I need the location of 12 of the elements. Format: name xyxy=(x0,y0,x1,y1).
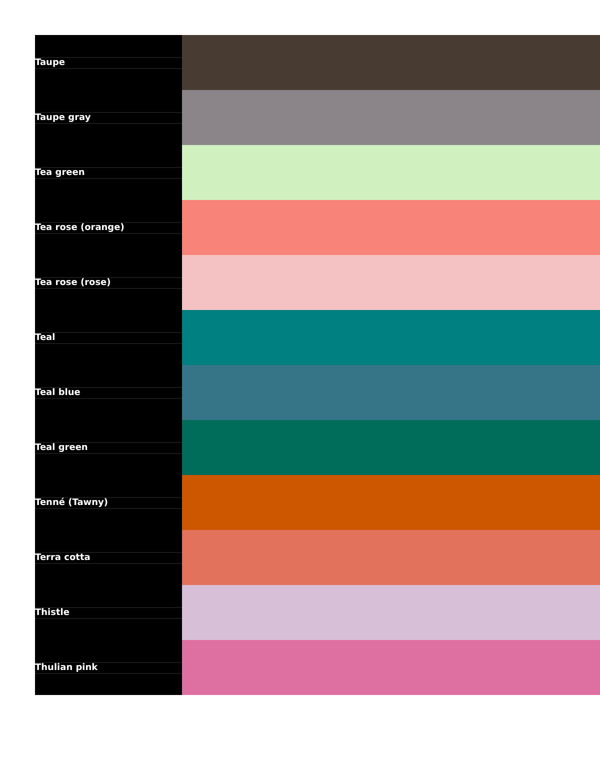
color-name: Tea green xyxy=(35,168,85,178)
color-name: Terra cotta xyxy=(35,552,90,562)
color-name: Thulian pink xyxy=(35,662,98,672)
color-name: Teal green xyxy=(35,442,88,452)
color-name: Tea rose (rose) xyxy=(35,278,111,288)
color-name: Teal xyxy=(35,332,56,342)
color-name: Thistle xyxy=(35,608,70,618)
color-name: Teal blue xyxy=(35,388,80,398)
color-name: Taupe xyxy=(35,58,66,68)
color-name: Tenné (Tawny) xyxy=(35,498,108,508)
color-name: Taupe gray xyxy=(35,112,91,122)
color-name: Tea rose (orange) xyxy=(35,222,124,232)
